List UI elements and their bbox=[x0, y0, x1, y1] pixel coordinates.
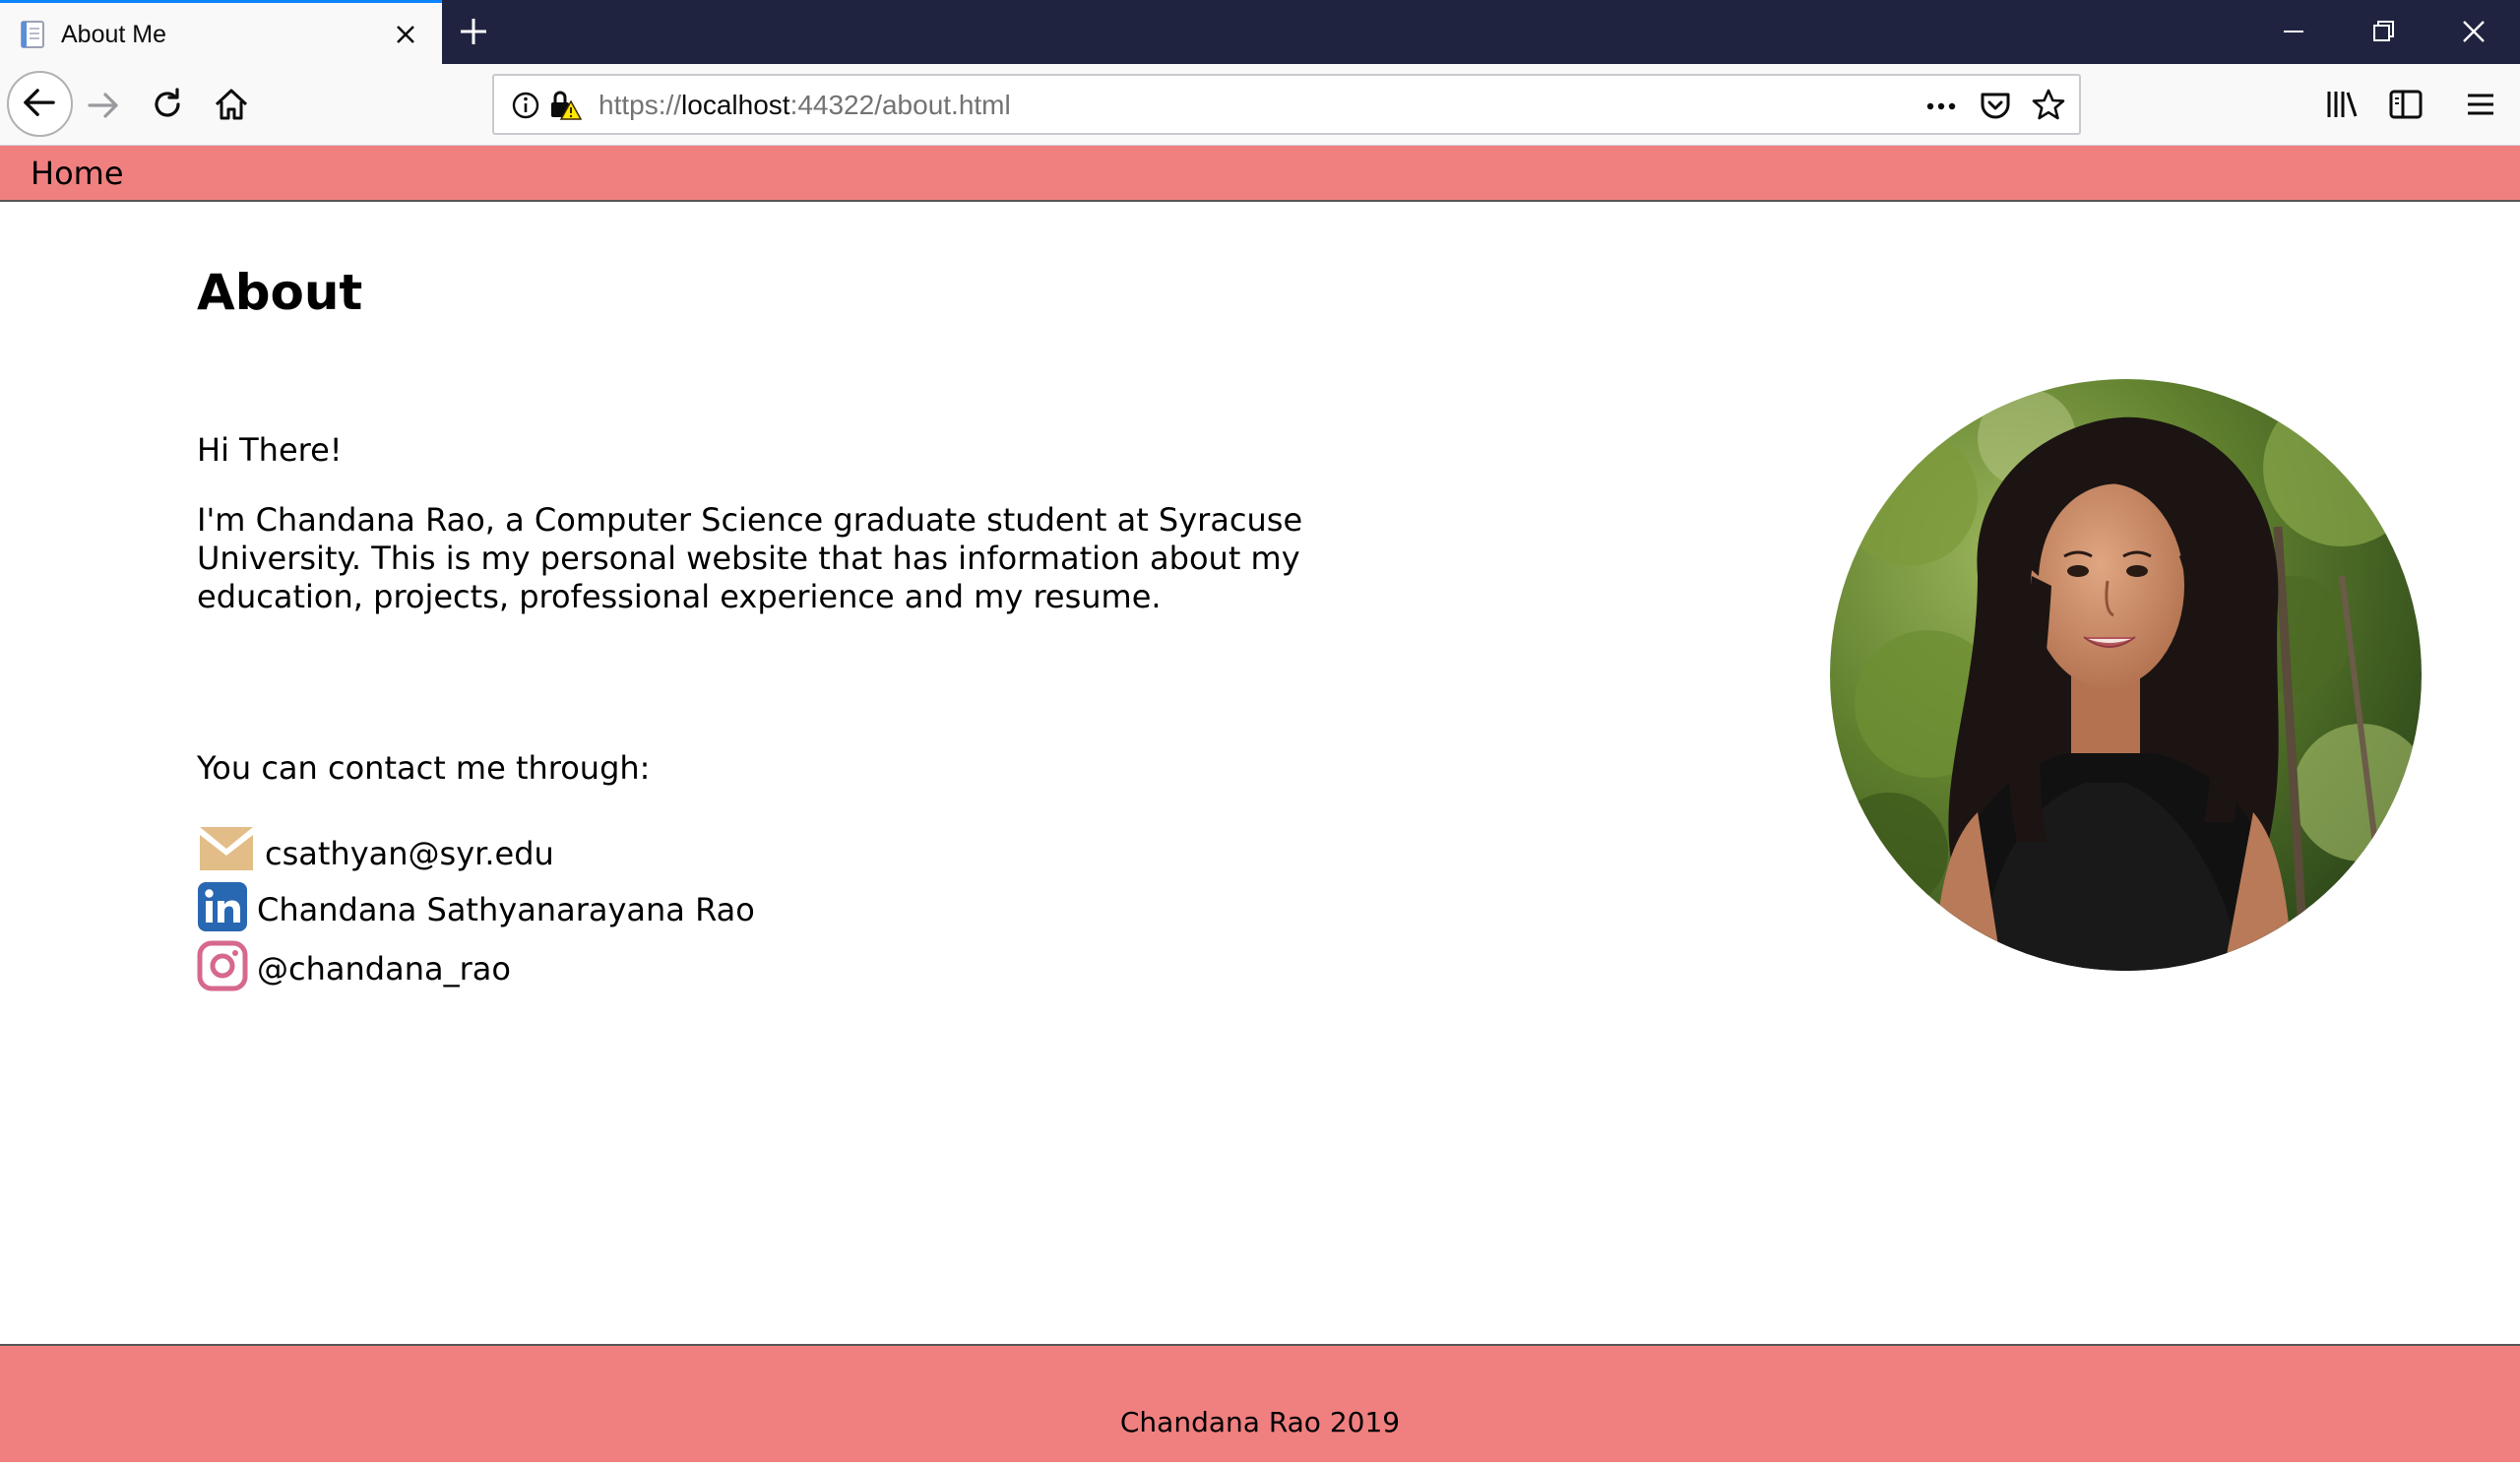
reload-icon[interactable] bbox=[149, 85, 188, 124]
contact-heading: You can contact me through: bbox=[197, 749, 651, 787]
linkedin-icon bbox=[198, 882, 247, 931]
profile-photo bbox=[1830, 379, 2422, 971]
tab-strip: About Me bbox=[0, 0, 2520, 64]
page-favicon-icon bbox=[21, 21, 44, 48]
envelope-icon bbox=[200, 827, 253, 870]
profile-photo-image bbox=[1830, 379, 2422, 971]
url-path: :44322/about.html bbox=[789, 90, 1011, 120]
email-text[interactable]: csathyan@syr.edu bbox=[265, 834, 554, 873]
url-text[interactable]: https://localhost:44322/about.html bbox=[598, 90, 1011, 121]
page-title: About bbox=[197, 264, 363, 321]
library-icon[interactable] bbox=[2323, 86, 2361, 123]
site-header: Home bbox=[0, 146, 2520, 202]
intro-paragraph: I'm Chandana Rao, a Computer Science gra… bbox=[197, 501, 1303, 615]
close-tab-icon[interactable] bbox=[390, 19, 421, 50]
site-info-icon[interactable] bbox=[511, 91, 540, 120]
footer-text: Chandana Rao 2019 bbox=[1119, 1406, 1401, 1438]
contact-instagram[interactable]: @chandana_rao bbox=[197, 940, 610, 991]
insecure-lock-warning-icon[interactable] bbox=[548, 90, 582, 121]
greeting-text: Hi There! bbox=[197, 431, 343, 469]
page-actions-more-icon[interactable] bbox=[1923, 93, 1959, 120]
tab-about-me[interactable]: About Me bbox=[0, 0, 442, 64]
url-host: localhost bbox=[681, 90, 790, 120]
home-icon[interactable] bbox=[212, 85, 251, 124]
contact-linkedin[interactable]: Chandana Sathyanarayana Rao bbox=[197, 881, 755, 932]
bookmark-star-icon[interactable] bbox=[2031, 88, 2066, 123]
instagram-text[interactable]: @chandana_rao bbox=[257, 949, 511, 989]
url-bar[interactable]: https://localhost:44322/about.html bbox=[492, 74, 2081, 135]
browser-toolbar: https://localhost:44322/about.html bbox=[0, 64, 2520, 146]
linkedin-text[interactable]: Chandana Sathyanarayana Rao bbox=[257, 890, 755, 929]
back-button[interactable] bbox=[7, 71, 73, 137]
url-scheme: https:// bbox=[598, 90, 682, 120]
contact-email[interactable]: csathyan@syr.edu bbox=[197, 825, 728, 876]
instagram-icon bbox=[197, 940, 248, 991]
home-link[interactable]: Home bbox=[31, 154, 124, 193]
minimize-window-icon[interactable] bbox=[2274, 12, 2313, 51]
forward-arrow-icon[interactable] bbox=[84, 86, 123, 125]
tab-title: About Me bbox=[61, 21, 167, 48]
new-tab-plus-icon[interactable] bbox=[455, 13, 492, 50]
restore-window-icon[interactable] bbox=[2363, 12, 2403, 51]
sidebar-toggle-icon[interactable] bbox=[2387, 86, 2425, 123]
site-footer: Chandana Rao 2019 bbox=[0, 1344, 2520, 1462]
pocket-icon[interactable] bbox=[1979, 89, 2012, 122]
back-arrow-icon bbox=[24, 89, 55, 116]
hamburger-menu-icon[interactable] bbox=[2462, 86, 2499, 123]
close-window-icon[interactable] bbox=[2454, 12, 2493, 51]
